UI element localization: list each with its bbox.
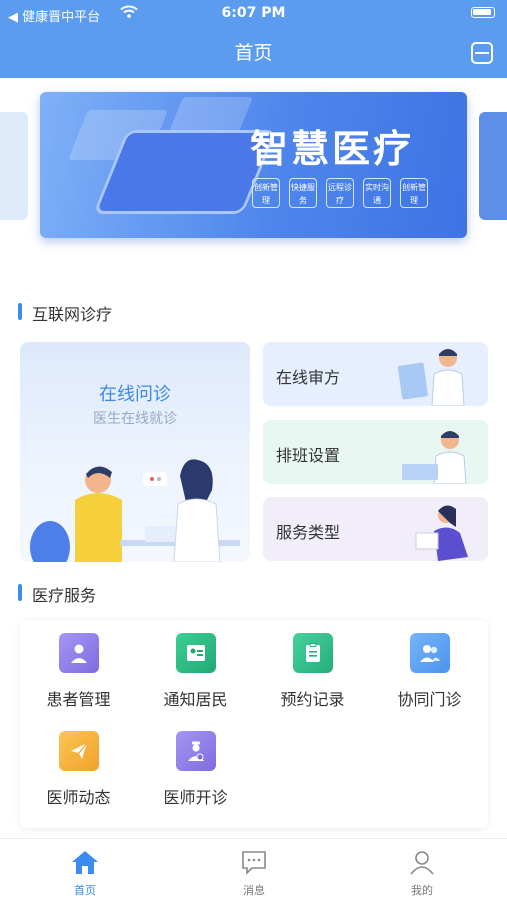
banner-tags: 创新管理 快捷服务 远程诊疗 实时沟通 创新管理 [252, 178, 428, 208]
tab-label: 消息 [243, 884, 265, 897]
service-item-label: 通知居民 [163, 690, 228, 709]
tab-label: 我的 [411, 884, 433, 897]
banner-tag: 创新管理 [400, 178, 428, 208]
section-title-internet: 互联网诊疗 [18, 301, 112, 325]
group-icon [409, 633, 450, 673]
service-item-label: 医师动态 [46, 788, 111, 807]
service-item-doctor-clinic[interactable]: 医师开诊 [137, 731, 254, 808]
service-item-appointment-records[interactable]: 预约记录 [254, 633, 371, 710]
banner-tag: 快捷服务 [289, 178, 317, 208]
home-icon [71, 851, 99, 878]
scan-icon[interactable] [471, 42, 493, 64]
tab-bar: 首页 消息 我的 [0, 838, 507, 900]
clipboard-icon [292, 633, 333, 673]
service-item-patient-management[interactable]: 患者管理 [20, 633, 137, 710]
section-title-services: 医疗服务 [18, 582, 96, 606]
user-icon [408, 851, 436, 878]
prescription-review-label: 在线审方 [276, 368, 341, 387]
doctor-illustration [398, 349, 465, 406]
status-bar: ◀ 健康晋中平台 6:07 PM [0, 0, 507, 26]
notice-icon [175, 633, 216, 673]
patient-icon [58, 633, 99, 673]
banner-tag: 远程诊疗 [326, 178, 354, 208]
battery-icon [471, 7, 495, 18]
status-time: 6:07 PM [221, 5, 286, 21]
banner-tag: 实时沟通 [363, 178, 391, 208]
online-consult-card[interactable]: 在线问诊 医生在线就诊 [20, 342, 250, 562]
tab-home[interactable]: 首页 [55, 849, 115, 898]
patient-reading-illustration [415, 505, 468, 561]
online-consult-subtitle: 医生在线就诊 [93, 411, 177, 427]
service-item-collaborative-clinic[interactable]: 协同门诊 [371, 633, 488, 710]
banner-tag: 创新管理 [252, 178, 280, 208]
service-item-notify-residents[interactable]: 通知居民 [137, 633, 254, 710]
doctor-laptop-illustration [402, 431, 467, 484]
online-consult-title: 在线问诊 [99, 384, 171, 405]
banner-next-slide[interactable] [479, 112, 507, 220]
consult-illustration [30, 459, 240, 562]
service-item-doctor-updates[interactable]: 医师动态 [20, 731, 137, 808]
message-icon [240, 851, 268, 878]
prescription-review-card[interactable]: 在线审方 [263, 342, 488, 406]
banner-heading: 智慧医疗 [250, 127, 415, 171]
service-item-label: 协同门诊 [397, 690, 462, 709]
banner-slide[interactable]: 智慧医疗 创新管理 快捷服务 远程诊疗 实时沟通 创新管理 [40, 92, 467, 238]
schedule-settings-card[interactable]: 排班设置 [263, 420, 488, 484]
page-title: 首页 [234, 42, 273, 64]
service-item-label: 医师开诊 [163, 788, 228, 807]
schedule-settings-label: 排班设置 [276, 446, 341, 465]
doctor-icon [175, 731, 216, 771]
header: ◀ 健康晋中平台 6:07 PM 首页 [0, 0, 507, 78]
paper-plane-icon [58, 731, 99, 771]
service-item-label: 患者管理 [46, 690, 111, 709]
service-type-card[interactable]: 服务类型 [263, 497, 488, 561]
banner-prev-slide[interactable] [0, 112, 28, 220]
service-item-label: 预约记录 [280, 690, 345, 709]
services-grid: 患者管理 通知居民 预约记录 协同门诊 医师动态 医师开诊 [20, 620, 488, 828]
service-type-label: 服务类型 [276, 523, 341, 542]
tab-profile[interactable]: 我的 [392, 849, 452, 898]
tab-label: 首页 [74, 884, 96, 897]
tab-messages[interactable]: 消息 [224, 849, 284, 898]
